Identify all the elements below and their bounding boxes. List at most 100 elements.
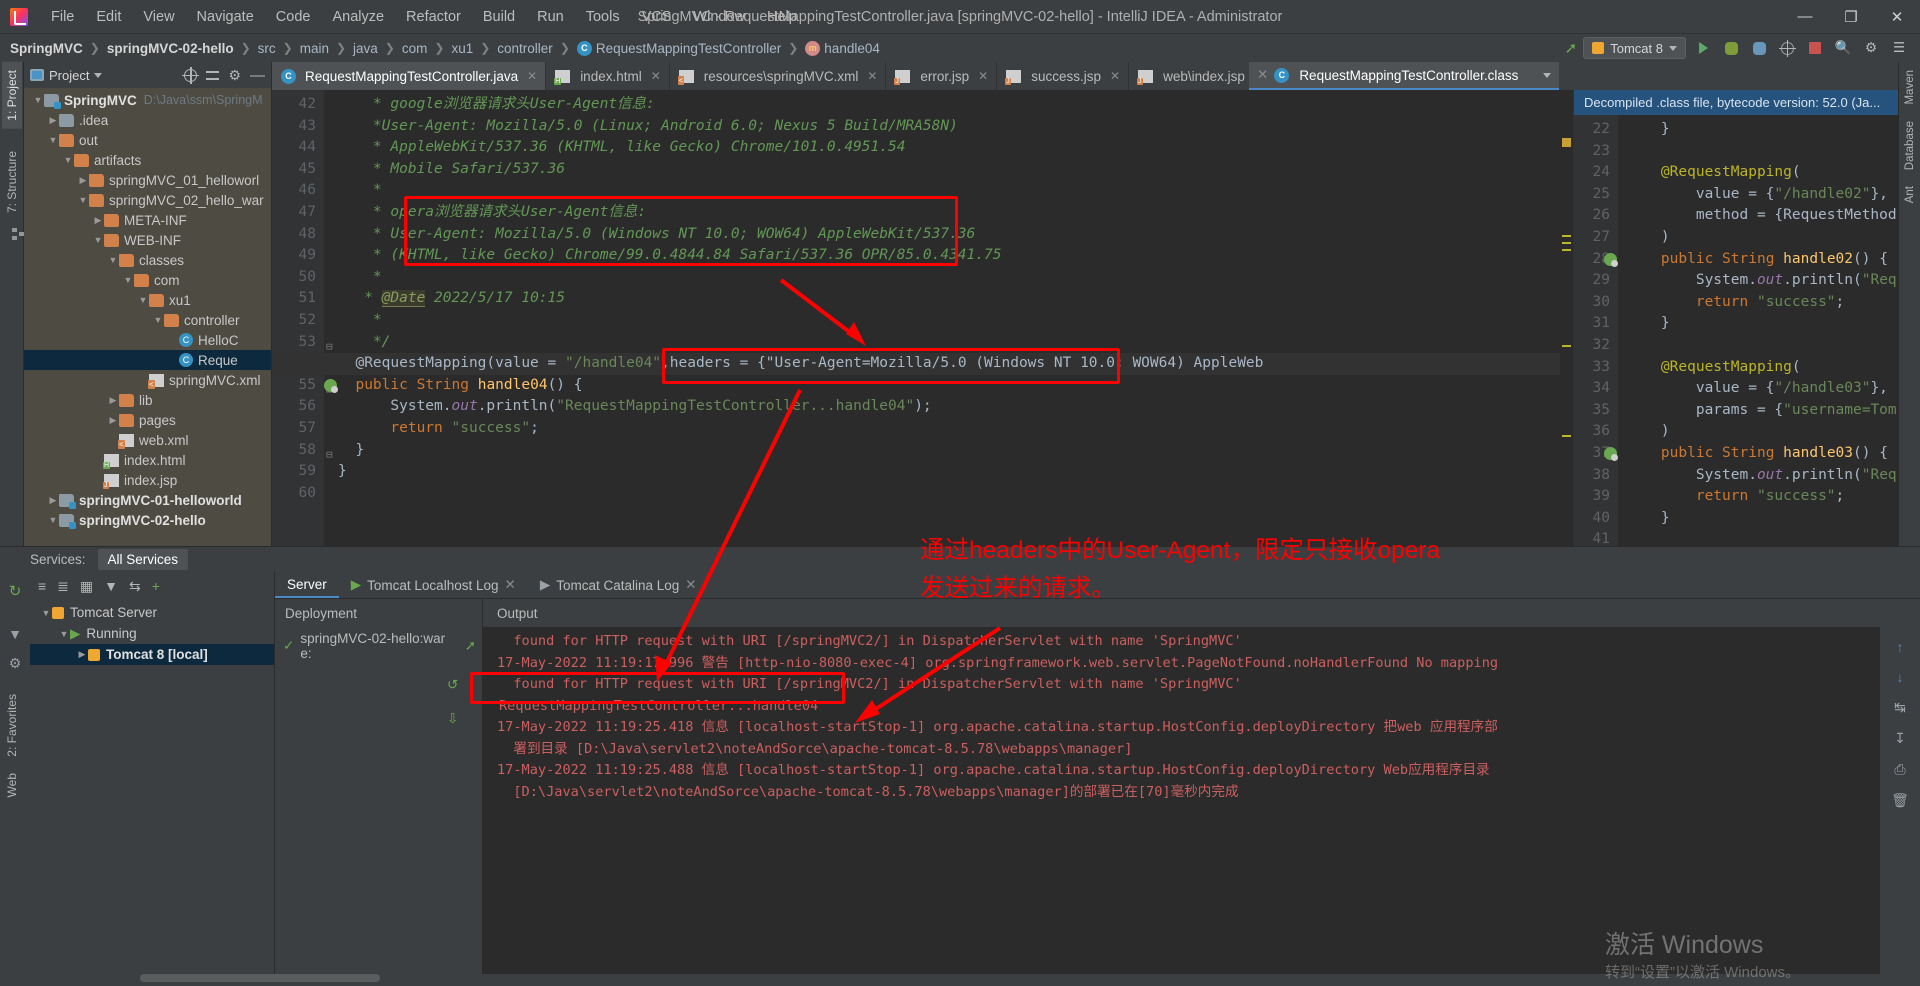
tab-index-html[interactable]: index.html ✕	[546, 62, 670, 90]
decompiled-code-line[interactable]: @RequestMapping(	[1626, 162, 1801, 184]
breadcrumb-class[interactable]: C RequestMappingTestController	[575, 40, 783, 56]
code-line[interactable]: }	[338, 461, 347, 483]
decompiled-code-line[interactable]: }	[1626, 119, 1670, 141]
project-tree-item[interactable]: springMVC.xml	[24, 370, 271, 390]
project-tree-item[interactable]: web.xml	[24, 430, 271, 450]
tab-success-jsp[interactable]: success.jsp ✕	[997, 62, 1130, 90]
tab-close-icon[interactable]: ✕	[527, 69, 537, 83]
scroll-down-icon[interactable]: ↓	[1897, 669, 1904, 685]
menu-file[interactable]: File	[40, 5, 85, 29]
collapse-all-icon[interactable]: ≣	[57, 578, 69, 595]
code-line[interactable]: */	[338, 332, 390, 354]
decompiled-code-line[interactable]: }	[1626, 508, 1670, 530]
scroll-up-icon[interactable]: ↑	[1897, 639, 1904, 655]
breadcrumb-src[interactable]: src	[256, 41, 278, 56]
soft-wrap-icon[interactable]: ↹	[1894, 699, 1906, 716]
code-line[interactable]: * @Date 2022/5/17 10:15	[338, 288, 565, 310]
code-line[interactable]: return "success";	[338, 418, 538, 440]
run-button[interactable]	[1692, 37, 1714, 59]
services-tree-item[interactable]: ▼ ▶ Running	[30, 623, 274, 644]
decompiled-code-line[interactable]: )	[1626, 421, 1670, 443]
breadcrumb-controller[interactable]: controller	[495, 41, 555, 56]
code-line[interactable]: *	[338, 267, 382, 289]
project-tree-item[interactable]: ▼ controller	[24, 310, 271, 330]
project-tree-item[interactable]: ▼ xu1	[24, 290, 271, 310]
project-tree-item[interactable]: ▶ lib	[24, 390, 271, 410]
expand-arrow-icon[interactable]: ▶	[92, 215, 104, 226]
menu-analyze[interactable]: Analyze	[321, 5, 395, 29]
project-tree-item[interactable]: ▼ out	[24, 130, 271, 150]
decompiled-code-line[interactable]: value = {"/handle03"},	[1626, 378, 1888, 400]
spring-bean-gutter-icon[interactable]	[324, 378, 338, 393]
run-configuration-selector[interactable]: Tomcat 8	[1583, 37, 1686, 59]
breadcrumb-project[interactable]: SpringMVC	[8, 41, 85, 56]
expand-arrow-icon[interactable]: ▶	[47, 495, 59, 506]
project-tree-item[interactable]: ▼ springMVC_02_hello_war	[24, 190, 271, 210]
spring-bean-gutter-icon[interactable]	[1604, 252, 1618, 267]
project-tree-item[interactable]: ▶ .idea	[24, 110, 271, 130]
tab-springmvc-xml[interactable]: resources\springMVC.xml ✕	[670, 62, 887, 90]
breadcrumb-java[interactable]: java	[351, 41, 380, 56]
settings-icon[interactable]: ⚙	[9, 655, 22, 672]
code-line[interactable]: *User-Agent: Mozilla/5.0 (Linux; Android…	[338, 116, 958, 138]
console-output[interactable]: Output found for HTTP request with URI […	[483, 599, 1920, 974]
locate-icon[interactable]	[182, 66, 200, 84]
print-icon[interactable]: ⎙	[1894, 761, 1905, 778]
filter-icon[interactable]: ▼	[8, 626, 22, 642]
menu-tools[interactable]: Tools	[575, 5, 631, 29]
expand-arrow-icon[interactable]: ▶	[76, 649, 88, 660]
project-tree-item[interactable]: ▼ springMVC-02-hello	[24, 510, 271, 530]
profiler-button[interactable]	[1776, 37, 1798, 59]
decompiled-code-line[interactable]: public String handle03() {	[1626, 443, 1888, 465]
deployment-item[interactable]: ✓ springMVC-02-hello:war e: ➚	[275, 627, 482, 661]
decompiled-code-line[interactable]: System.out.println("Requ	[1626, 270, 1906, 292]
code-line[interactable]: * opera浏览器请求头User-Agent信息:	[338, 202, 646, 224]
decompiled-code-line[interactable]: public String handle02() {	[1626, 249, 1888, 271]
code-line[interactable]: * User-Agent: Mozilla/5.0 (Windows NT 10…	[338, 224, 975, 246]
decompiled-code-line[interactable]: params = {"username=Tom	[1626, 400, 1897, 422]
tool-window-project[interactable]: 1: Project	[1, 62, 22, 129]
minimize-button[interactable]: —	[1782, 0, 1828, 34]
services-run-tabs[interactable]: Server ▶ Tomcat Localhost Log ✕ ▶ Tomcat…	[275, 572, 1920, 599]
tab-close-icon[interactable]: ✕	[867, 69, 877, 83]
code-line[interactable]: }	[338, 440, 364, 462]
project-tree-item[interactable]: index.jsp	[24, 470, 271, 490]
layout-icon[interactable]: ☰	[1888, 37, 1910, 59]
tab-requestmappingtestcontroller-class[interactable]: ✕ C RequestMappingTestController.class	[1249, 62, 1559, 90]
project-tree-item[interactable]: C Reque	[24, 350, 271, 370]
menu-navigate[interactable]: Navigate	[186, 5, 265, 29]
tab-close-icon[interactable]: ✕	[978, 69, 988, 83]
expand-arrow-icon[interactable]: ▶	[77, 175, 89, 186]
link-icon[interactable]: ↺	[447, 677, 482, 693]
project-tree-item[interactable]: ▼ com	[24, 270, 271, 290]
expand-arrow-icon[interactable]: ▼	[107, 255, 119, 265]
expand-arrow-icon[interactable]: ▶	[107, 395, 119, 406]
project-tree-item[interactable]: ▼ classes	[24, 250, 271, 270]
chevron-down-icon[interactable]	[1543, 72, 1551, 78]
group-icon[interactable]: ▦	[80, 578, 93, 595]
tool-window-database[interactable]: Database	[1901, 113, 1919, 178]
close-button[interactable]: ✕	[1874, 0, 1920, 34]
project-tree-item[interactable]: ▶ springMVC-01-helloworld	[24, 490, 271, 510]
tool-window-ant[interactable]: Ant	[1901, 178, 1919, 211]
tab-requestmappingtestcontroller-java[interactable]: C RequestMappingTestController.java ✕	[272, 62, 547, 90]
services-tree-item[interactable]: ▶ Tomcat 8 [local]	[30, 644, 274, 665]
code-line[interactable]: * google浏览器请求头User-Agent信息:	[338, 94, 655, 116]
tab-tomcat-catalina-log[interactable]: ▶ Tomcat Catalina Log ✕	[528, 573, 709, 597]
menu-bar[interactable]: File Edit View Navigate Code Analyze Ref…	[40, 5, 808, 29]
expand-arrow-icon[interactable]: ▼	[77, 195, 89, 205]
tab-all-services[interactable]: All Services	[97, 549, 189, 570]
expand-arrow-icon[interactable]: ▶	[107, 415, 119, 426]
decompiled-code-line[interactable]: return "success";	[1626, 292, 1844, 314]
settings-icon[interactable]: ⚙	[1860, 37, 1882, 59]
scroll-to-end-icon[interactable]: ↧	[1894, 730, 1906, 747]
expand-arrow-icon[interactable]: ▼	[47, 135, 59, 145]
expand-arrow-icon[interactable]: ▼	[62, 155, 74, 165]
project-tree-item[interactable]: ▼ artifacts	[24, 150, 271, 170]
menu-vcs[interactable]: VCS	[631, 5, 683, 29]
expand-all-icon[interactable]: ≡	[38, 578, 46, 594]
filter-icon[interactable]: ▼	[104, 578, 118, 594]
decompiled-code-line[interactable]: }	[1626, 313, 1670, 335]
code-line[interactable]: *	[338, 310, 382, 332]
menu-window[interactable]: Window	[682, 5, 756, 29]
